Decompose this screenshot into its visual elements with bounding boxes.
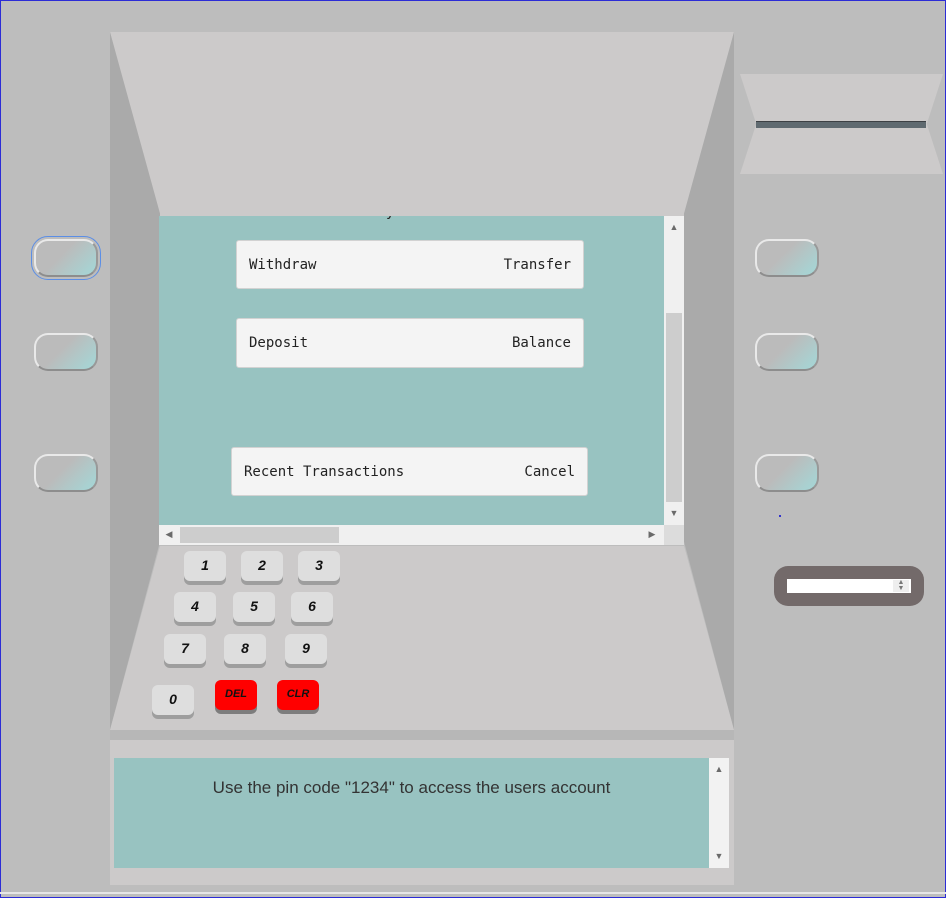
divider [110,730,734,740]
clr-key[interactable]: CLR [277,680,319,710]
right-side-button-3[interactable] [755,454,819,492]
screen-horizontal-scroll-thumb[interactable] [180,527,339,543]
menu-row-transactions-cancel[interactable]: Recent Transactions Cancel [231,447,588,496]
left-side-button-3[interactable] [34,454,98,492]
withdraw-option[interactable]: Withdraw [249,257,316,273]
atm-hood [110,32,734,216]
screen-partial-text: y [386,216,394,220]
key-9[interactable]: 9 [285,634,327,664]
scroll-left-icon[interactable]: ◀ [163,529,175,541]
card-slot-opening[interactable] [756,121,926,128]
spin-updown-icon[interactable]: ▲ ▼ [893,579,909,592]
atm-screen: y Withdraw Transfer Deposit Balance Rece… [159,216,664,525]
key-1[interactable]: 1 [184,551,226,581]
left-side-button-1[interactable] [31,236,101,280]
menu-row-deposit-balance[interactable]: Deposit Balance [236,318,584,368]
pin-hint-text: Use the pin code "1234" to access the us… [212,778,611,797]
balance-option[interactable]: Balance [512,335,571,351]
key-4[interactable]: 4 [174,592,216,622]
right-side-button-2[interactable] [755,333,819,371]
right-side-button-1[interactable] [755,239,819,277]
marker-dot [779,515,781,517]
key-5[interactable]: 5 [233,592,275,622]
transfer-option[interactable]: Transfer [504,257,571,273]
scroll-right-icon[interactable]: ▶ [646,529,658,541]
menu-row-withdraw-transfer[interactable]: Withdraw Transfer [236,240,584,289]
key-3[interactable]: 3 [298,551,340,581]
key-6[interactable]: 6 [291,592,333,622]
scroll-up-icon[interactable]: ▲ [713,764,725,776]
cancel-option[interactable]: Cancel [524,464,575,480]
scrollbar-corner [664,525,684,545]
key-2[interactable]: 2 [241,551,283,581]
del-key[interactable]: DEL [215,680,257,710]
key-7[interactable]: 7 [164,634,206,664]
key-0[interactable]: 0 [152,685,194,715]
left-side-button-2[interactable] [34,333,98,371]
screen-vertical-scroll-thumb[interactable] [666,313,682,502]
scroll-down-icon[interactable]: ▼ [713,851,725,863]
scroll-up-icon[interactable]: ▲ [668,222,680,234]
deposit-option[interactable]: Deposit [249,335,308,351]
message-textarea[interactable] [114,758,709,868]
scroll-down-icon[interactable]: ▼ [668,508,680,520]
recent-transactions-option[interactable]: Recent Transactions [244,464,404,480]
bottom-edge [0,892,946,894]
key-8[interactable]: 8 [224,634,266,664]
